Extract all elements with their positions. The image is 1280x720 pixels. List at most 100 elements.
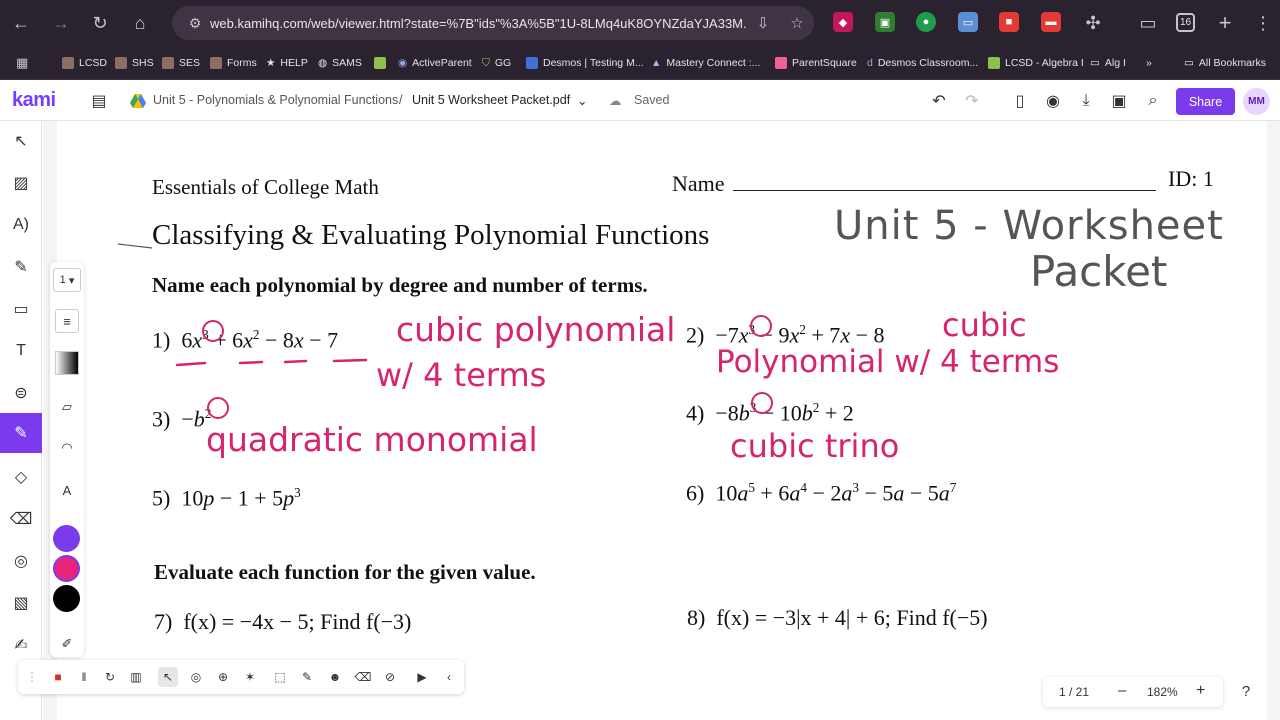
bookmark-alg-i-folder[interactable]: ▭ Alg I xyxy=(1090,55,1126,71)
menu-dots-icon[interactable]: ⋮ xyxy=(1250,10,1276,36)
font-a-icon[interactable]: A xyxy=(55,478,79,502)
bookmark-sams[interactable]: ◍ SAMS xyxy=(318,55,362,71)
pause-icon[interactable]: ‖ xyxy=(74,667,94,687)
extension-icon-2[interactable]: ▣ xyxy=(875,12,895,32)
eraser-icon[interactable]: ⌫ xyxy=(7,505,35,533)
signature-icon[interactable]: ✍ xyxy=(7,631,35,659)
zoom-out-button[interactable]: – xyxy=(1118,682,1126,699)
text-select-icon[interactable]: ▨ xyxy=(7,169,35,197)
protractor-icon[interactable]: ◠ xyxy=(55,436,79,460)
page-indicator[interactable]: 1 / 21 xyxy=(1059,685,1089,699)
new-tab-plus-icon[interactable]: + xyxy=(1212,10,1238,36)
opacity-gradient-icon[interactable] xyxy=(55,351,79,375)
address-bar[interactable]: ⚙ web.kamihq.com/web/viewer.html?state=%… xyxy=(172,6,814,40)
back-arrow-icon[interactable]: ← xyxy=(8,10,34,36)
lcsd-favicon xyxy=(62,57,74,69)
trash-icon[interactable]: ▥ xyxy=(126,667,146,687)
eyedropper-icon[interactable]: ✐ xyxy=(55,632,79,656)
bookmark-parentsquare[interactable]: ParentSquare xyxy=(775,55,857,71)
undo-icon[interactable]: ↶ xyxy=(928,90,950,112)
install-app-icon[interactable]: ⇩ xyxy=(746,14,780,32)
bookmark-shs[interactable]: SHS xyxy=(115,55,154,71)
select-cursor-icon[interactable]: ↖ xyxy=(7,127,35,155)
extension-icon-5[interactable]: ■ xyxy=(999,12,1019,32)
face-icon[interactable]: ☻ xyxy=(325,667,345,687)
laser-icon[interactable]: ✶ xyxy=(240,667,260,687)
extension-icon-1[interactable]: ◆ xyxy=(833,12,853,32)
cast-icon[interactable]: ▭ xyxy=(1135,10,1161,36)
zoom-pointer-icon[interactable]: ⊕ xyxy=(213,667,233,687)
zoom-level[interactable]: 182% xyxy=(1147,685,1178,699)
algebra-favicon xyxy=(988,57,1000,69)
spotlight-icon[interactable]: ◎ xyxy=(186,667,206,687)
list-lines-icon[interactable]: ≡ xyxy=(55,309,79,333)
read-aloud-icon[interactable]: A) xyxy=(7,211,35,239)
camera-icon[interactable]: ▶ xyxy=(412,667,432,687)
kami-logo[interactable]: kami xyxy=(12,89,56,112)
saved-status: Saved xyxy=(634,93,670,107)
shapes-icon[interactable]: ◇ xyxy=(7,463,35,491)
file-chevron-down-icon[interactable]: ⌄ xyxy=(577,93,587,108)
hide-annotations-icon[interactable]: ⊘ xyxy=(380,667,400,687)
bookmark-gg[interactable]: ⛉ GG xyxy=(482,55,511,71)
ruler-icon[interactable]: ▱ xyxy=(55,395,79,419)
all-bookmarks[interactable]: ▭ All Bookmarks xyxy=(1184,55,1266,71)
selection-box-icon[interactable]: ⬚ xyxy=(270,667,290,687)
bookmarks-overflow[interactable]: » xyxy=(1146,55,1152,71)
extensions-puzzle-icon[interactable]: ✣ xyxy=(1080,10,1106,36)
equation-icon[interactable]: ⊜ xyxy=(7,379,35,407)
image-icon[interactable]: ▧ xyxy=(7,589,35,617)
drawing-pen-icon[interactable]: ✎ xyxy=(0,413,42,453)
download-icon[interactable]: ⤓ xyxy=(1075,90,1097,112)
extension-icon-4[interactable]: ▭ xyxy=(958,12,978,32)
bookmark-lcsd[interactable]: LCSD xyxy=(62,55,107,71)
text-tool-icon[interactable]: T xyxy=(7,337,35,365)
help-button[interactable]: ? xyxy=(1234,680,1258,704)
breadcrumb-folder[interactable]: Unit 5 - Polynomials & Polynomial Functi… xyxy=(153,93,398,107)
comment-icon[interactable]: ▭ xyxy=(7,295,35,323)
extension-icon-6[interactable]: ▬ xyxy=(1041,12,1061,32)
extension-icon-3[interactable]: ● xyxy=(916,12,936,32)
reload-icon[interactable]: ↻ xyxy=(87,10,113,36)
forward-arrow-icon[interactable]: → xyxy=(48,10,74,36)
bookmark-desmos-testing[interactable]: Desmos | Testing M... xyxy=(526,55,644,71)
color-swatch-pink[interactable] xyxy=(53,555,80,582)
bookmark-help[interactable]: ★ HELP xyxy=(266,55,308,71)
drag-handle-icon[interactable]: ⋮ xyxy=(22,667,42,687)
bookmark-forms[interactable]: Forms xyxy=(210,55,257,71)
bookmark-mastery-connect[interactable]: ▲ Mastery Connect :... xyxy=(651,55,760,71)
color-swatch-black[interactable] xyxy=(53,585,80,612)
file-name[interactable]: Unit 5 Worksheet Packet.pdf xyxy=(412,93,570,107)
bookmark-ses[interactable]: SES xyxy=(162,55,200,71)
pointer-icon[interactable]: ↖ xyxy=(158,667,178,687)
course-name: Essentials of College Math xyxy=(152,175,379,199)
avatar[interactable]: MM xyxy=(1243,88,1270,115)
apps-grid-icon[interactable]: ▦ xyxy=(16,55,28,71)
magic-pen-icon[interactable]: ✎ xyxy=(297,667,317,687)
search-icon[interactable]: ⌕ xyxy=(1142,90,1164,112)
bookmark-activeparent[interactable]: ◉ ActiveParent xyxy=(398,55,472,71)
bookmark-desmos-classroom[interactable]: d Desmos Classroom... xyxy=(867,55,978,71)
restart-icon[interactable]: ↻ xyxy=(100,667,120,687)
site-settings-icon[interactable]: ⚙ xyxy=(180,15,210,32)
star-bookmark-icon[interactable]: ☆ xyxy=(780,14,814,32)
library-box-icon[interactable]: ▤ xyxy=(88,90,110,112)
ai-tool-icon[interactable]: ◎ xyxy=(7,547,35,575)
redo-icon[interactable]: ↷ xyxy=(961,90,983,112)
highlighter-icon[interactable]: ✎ xyxy=(7,253,35,281)
bookmark-lcsd-algebra[interactable]: LCSD - Algebra I xyxy=(988,55,1084,71)
document-icon[interactable]: ▯ xyxy=(1009,90,1031,112)
record-stop-icon[interactable]: ■ xyxy=(48,667,68,687)
eraser-small-icon[interactable]: ⌫ xyxy=(353,667,373,687)
tab-count-badge[interactable]: 16 xyxy=(1176,13,1195,32)
share-button[interactable]: Share xyxy=(1176,88,1235,115)
home-icon[interactable]: ⌂ xyxy=(127,10,153,36)
bookmark-green[interactable] xyxy=(374,55,386,71)
toolbox-icon[interactable]: ▣ xyxy=(1108,90,1130,112)
color-swatch-purple[interactable] xyxy=(53,525,80,552)
view-eye-icon[interactable]: ◉ xyxy=(1042,90,1064,112)
zoom-in-button[interactable]: + xyxy=(1196,682,1205,700)
page-select[interactable]: 1 ▾ xyxy=(53,268,81,292)
collapse-chevron-icon[interactable]: ‹ xyxy=(439,667,459,687)
shs-favicon xyxy=(115,57,127,69)
